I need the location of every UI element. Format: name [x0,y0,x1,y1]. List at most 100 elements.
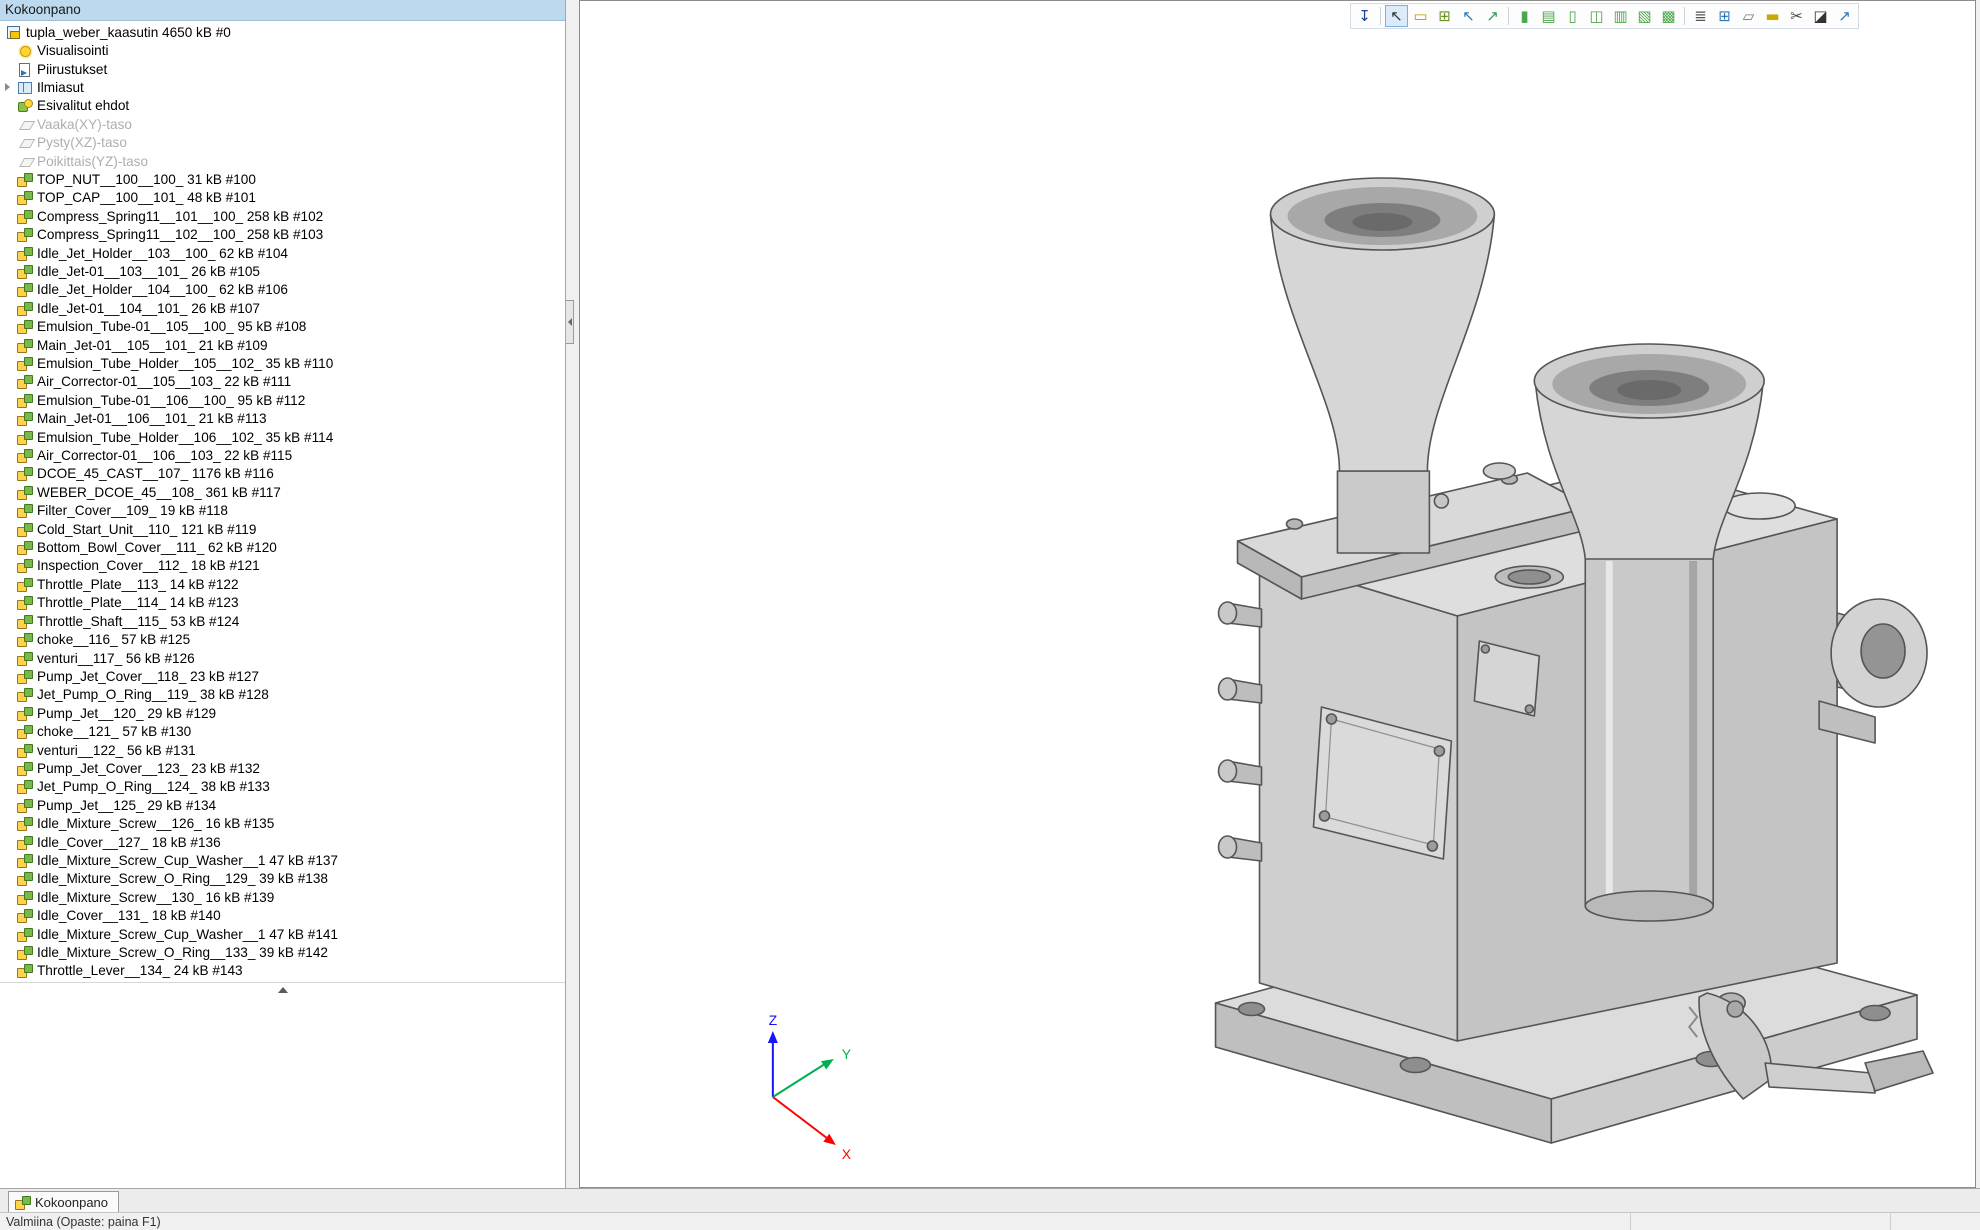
view-hidden-edge-button[interactable]: ▤ [1537,5,1560,27]
expand-chevron-icon[interactable] [5,83,17,91]
tree-root[interactable]: tupla_weber_kaasutin 4650 kB #0 [0,23,565,41]
view-wireframe-icon: ▯ [1568,9,1576,24]
tree-part-row[interactable]: Idle_Mixture_Screw__126_ 16 kB #135 [0,814,565,832]
measure-button[interactable]: ▭ [1409,5,1432,27]
view-box-button[interactable]: ▥ [1609,5,1632,27]
part-label: Idle_Jet_Holder__103__100_ 62 kB #104 [37,246,288,261]
tree-part-row[interactable]: venturi__117_ 56 kB #126 [0,649,565,667]
pin-button[interactable]: ↧ [1353,5,1376,27]
tree-part-row[interactable]: Idle_Mixture_Screw_Cup_Washer__1 47 kB #… [0,925,565,943]
feature-list-button[interactable]: ≣ [1689,5,1712,27]
tree-part-row[interactable]: Inspection_Cover__112_ 18 kB #121 [0,557,565,575]
tree-part-row[interactable]: choke__121_ 57 kB #130 [0,722,565,740]
tree-part-row[interactable]: Emulsion_Tube-01__105__100_ 95 kB #108 [0,318,565,336]
tree-part-row[interactable]: Idle_Jet-01__103__101_ 26 kB #105 [0,262,565,280]
tree-part-row[interactable]: Throttle_Shaft__115_ 53 kB #124 [0,612,565,630]
part-icon [17,963,32,978]
part-icon [17,761,32,776]
drawing-icon [17,62,32,77]
tree-part-row[interactable]: Pump_Jet__120_ 29 kB #129 [0,704,565,722]
model-viewport[interactable]: ↧↖▭⊞↖↗▮▤▯◫▥▧▩≣⊞▱▬✂◪↗ [579,0,1976,1188]
tree-part-row[interactable]: Compress_Spring11__102__100_ 258 kB #103 [0,225,565,243]
tree-part-row[interactable]: Throttle_Lever__134_ 24 kB #143 [0,962,565,980]
tree-part-row[interactable]: TOP_NUT__100__100_ 31 kB #100 [0,170,565,188]
part-label: Idle_Mixture_Screw__126_ 16 kB #135 [37,816,274,831]
tree-part-row[interactable]: Cold_Start_Unit__110_ 121 kB #119 [0,520,565,538]
tree-scroll-up[interactable] [0,982,565,996]
view-box-icon: ▥ [1613,9,1627,24]
part-icon [17,614,32,629]
tree-node-2[interactable]: Ilmiasut [0,78,565,96]
tree-part-row[interactable]: Idle_Mixture_Screw__130_ 16 kB #139 [0,888,565,906]
part-label: Pump_Jet__120_ 29 kB #129 [37,706,216,721]
view-iso-button[interactable]: ▧ [1633,5,1656,27]
annotate-button[interactable]: ▬ [1761,5,1784,27]
part-label: Jet_Pump_O_Ring__124_ 38 kB #133 [37,779,270,794]
tree-part-row[interactable]: Emulsion_Tube-01__106__100_ 95 kB #112 [0,391,565,409]
exit-workspace-button[interactable]: ↗ [1833,5,1856,27]
tree-part-row[interactable]: Emulsion_Tube_Holder__106__102_ 35 kB #1… [0,428,565,446]
part-icon [17,466,32,481]
tree-part-row[interactable]: Pump_Jet_Cover__123_ 23 kB #132 [0,759,565,777]
tree-part-row[interactable]: Main_Jet-01__105__101_ 21 kB #109 [0,336,565,354]
tree-part-row[interactable]: Idle_Mixture_Screw_O_Ring__129_ 39 kB #1… [0,870,565,888]
tree-node-5[interactable]: Pysty(XZ)-taso [0,133,565,151]
tree-node-3[interactable]: Esivalitut ehdot [0,97,565,115]
tree-part-row[interactable]: Idle_Mixture_Screw_Cup_Washer__1 47 kB #… [0,851,565,869]
tree-node-4[interactable]: Vaaka(XY)-taso [0,115,565,133]
tree-part-row[interactable]: Idle_Jet_Holder__103__100_ 62 kB #104 [0,244,565,262]
tree-part-row[interactable]: Compress_Spring11__101__100_ 258 kB #102 [0,207,565,225]
tree-part-row[interactable]: Pump_Jet_Cover__118_ 23 kB #127 [0,667,565,685]
feature-list-icon: ≣ [1694,9,1707,24]
tree-part-row[interactable]: Throttle_Plate__114_ 14 kB #123 [0,594,565,612]
view-render-button[interactable]: ▩ [1657,5,1680,27]
assembly-tree[interactable]: tupla_weber_kaasutin 4650 kB #0 Visualis… [0,21,565,982]
tree-part-row[interactable]: Idle_Cover__131_ 18 kB #140 [0,907,565,925]
orientation-triad: Z Y X [768,1012,852,1162]
tree-part-row[interactable]: DCOE_45_CAST__107_ 1176 kB #116 [0,465,565,483]
tree-part-row[interactable]: WEBER_DCOE_45__108_ 361 kB #117 [0,483,565,501]
tree-part-row[interactable]: Pump_Jet__125_ 29 kB #134 [0,796,565,814]
insert-object-button[interactable]: ⊞ [1713,5,1736,27]
part-label: Air_Corrector-01__106__103_ 22 kB #115 [37,448,292,463]
pick-vertex-button[interactable]: ↖ [1457,5,1480,27]
tree-part-row[interactable]: Throttle_Plate__113_ 14 kB #122 [0,575,565,593]
pick-edge-button[interactable]: ↗ [1481,5,1504,27]
tab-kokoonpano[interactable]: Kokoonpano [8,1191,119,1212]
context-tools-button[interactable]: ◪ [1809,5,1832,27]
carburetor-3d-model[interactable]: Z Y X [580,1,1975,1187]
tree-node-0[interactable]: Visualisointi [0,41,565,59]
tree-part-row[interactable]: Bottom_Bowl_Cover__111_ 62 kB #120 [0,538,565,556]
view-shaded-button[interactable]: ▮ [1513,5,1536,27]
tree-part-row[interactable]: Idle_Jet_Holder__104__100_ 62 kB #106 [0,281,565,299]
tree-part-row[interactable]: Filter_Cover__109_ 19 kB #118 [0,502,565,520]
part-icon [17,209,32,224]
tree-part-row[interactable]: Air_Corrector-01__106__103_ 22 kB #115 [0,446,565,464]
tree-part-row[interactable]: Idle_Cover__127_ 18 kB #136 [0,833,565,851]
snap-grid-button[interactable]: ⊞ [1433,5,1456,27]
tree-part-row[interactable]: Idle_Mixture_Screw_O_Ring__133_ 39 kB #1… [0,943,565,961]
splitter-grip-icon[interactable] [566,300,574,344]
panel-splitter[interactable] [566,0,579,1188]
tree-part-row[interactable]: Jet_Pump_O_Ring__119_ 38 kB #128 [0,686,565,704]
new-sheet-button[interactable]: ▱ [1737,5,1760,27]
view-wireframe-button[interactable]: ▯ [1561,5,1584,27]
tree-part-row[interactable]: Air_Corrector-01__105__103_ 22 kB #111 [0,373,565,391]
view-quad-button[interactable]: ◫ [1585,5,1608,27]
tree-part-row[interactable]: Jet_Pump_O_Ring__124_ 38 kB #133 [0,778,565,796]
snap-grid-icon: ⊞ [1438,9,1451,24]
part-label: Idle_Mixture_Screw_Cup_Washer__1 47 kB #… [37,927,338,942]
assembly-tab-label: Kokoonpano [35,1195,108,1210]
tree-part-row[interactable]: Idle_Jet-01__104__101_ 26 kB #107 [0,299,565,317]
part-icon [17,779,32,794]
select-button[interactable]: ↖ [1385,5,1408,27]
tree-node-1[interactable]: Piirustukset [0,60,565,78]
tree-part-row[interactable]: choke__116_ 57 kB #125 [0,630,565,648]
tree-part-row[interactable]: TOP_CAP__100__101_ 48 kB #101 [0,189,565,207]
view-shaded-icon: ▮ [1520,9,1528,24]
tree-part-row[interactable]: venturi__122_ 56 kB #131 [0,741,565,759]
tree-node-6[interactable]: Poikittais(YZ)-taso [0,152,565,170]
tree-part-row[interactable]: Main_Jet-01__106__101_ 21 kB #113 [0,410,565,428]
trim-button[interactable]: ✂ [1785,5,1808,27]
tree-part-row[interactable]: Emulsion_Tube_Holder__105__102_ 35 kB #1… [0,354,565,372]
